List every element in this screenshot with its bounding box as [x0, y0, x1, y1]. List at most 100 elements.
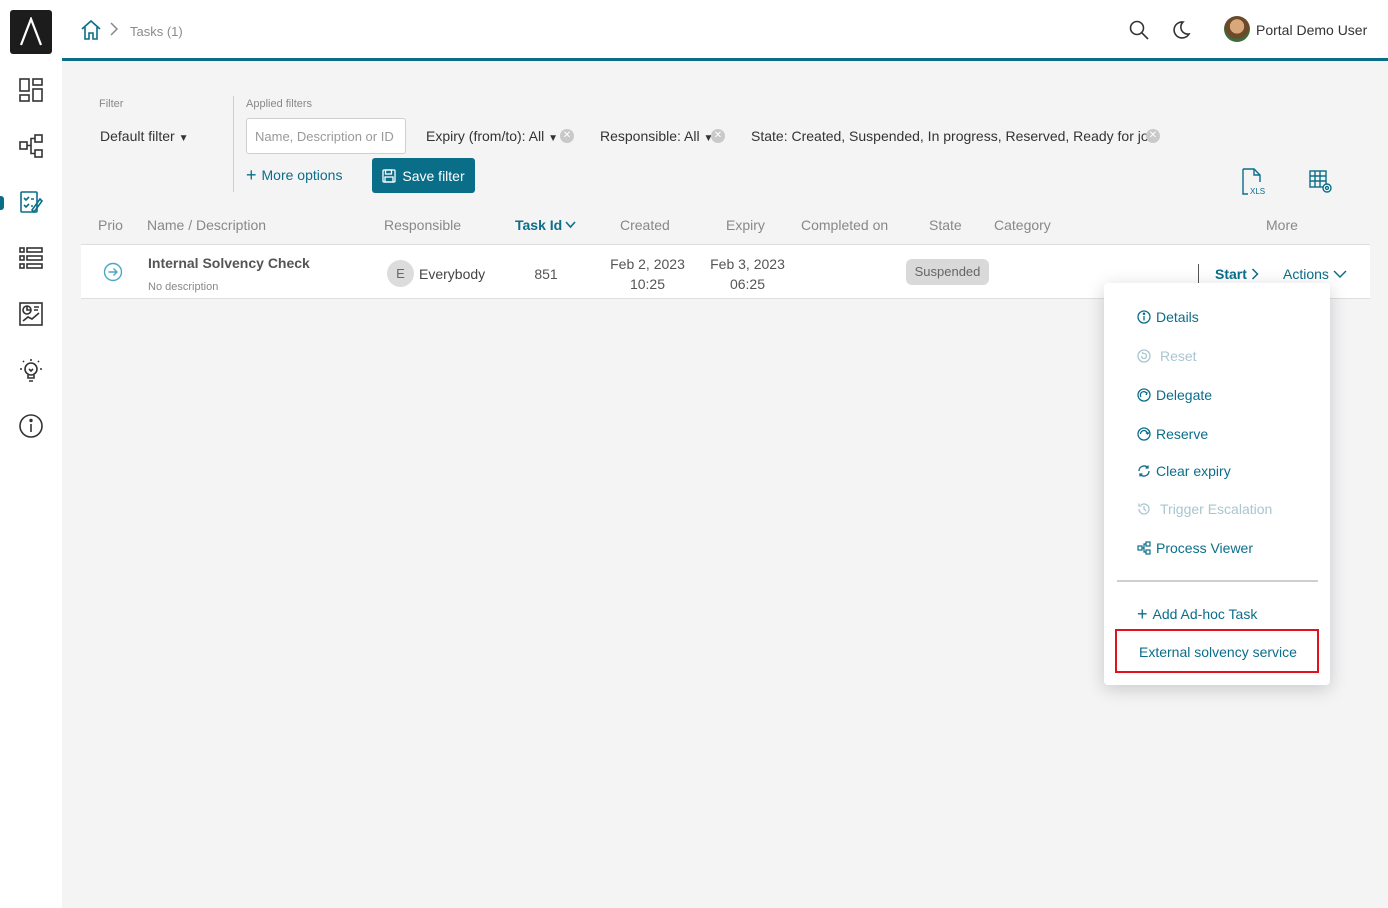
menu-item-delegate[interactable]: Delegate [1137, 387, 1212, 403]
menu-divider [1117, 580, 1318, 582]
process-viewer-label: Process Viewer [1156, 540, 1254, 556]
filter-value: Default filter [100, 128, 175, 144]
menu-item-external-solvency-service[interactable]: External solvency service [1115, 629, 1319, 673]
task-name[interactable]: Internal Solvency Check [148, 255, 310, 271]
menu-item-process-viewer[interactable]: Process Viewer [1137, 540, 1253, 556]
home-icon[interactable] [80, 19, 102, 46]
breadcrumb-chevron-icon [109, 22, 119, 41]
filter-divider [233, 96, 234, 192]
plus-icon: + [1137, 604, 1148, 624]
menu-item-trigger-escalation: Trigger Escalation [1137, 501, 1272, 517]
sidebar [0, 0, 62, 908]
list-icon[interactable] [16, 243, 46, 273]
clear-expiry-label: Clear expiry [1156, 463, 1231, 479]
info-icon[interactable] [16, 411, 46, 441]
menu-item-details[interactable]: Details [1137, 309, 1199, 325]
responsible-name: Everybody [419, 266, 486, 282]
reserve-icon [1137, 427, 1151, 441]
history-icon [1138, 503, 1150, 515]
header-divider [62, 58, 1388, 61]
delegate-label: Delegate [1156, 387, 1213, 403]
caret-down-icon: ▼ [548, 133, 559, 144]
status-badge: Suspended [906, 259, 989, 285]
actions-menu: Details Reset Delegate Reserve Clear exp… [1104, 283, 1330, 685]
caret-down-icon: ▼ [178, 133, 189, 144]
expiry-filter-chip[interactable]: Expiry (from/to): All ▼ [426, 128, 558, 144]
responsible-avatar: E [387, 260, 414, 287]
expiry-date: Feb 3, 2023 [710, 256, 785, 272]
remove-expiry-filter-icon[interactable]: ✕ [560, 129, 574, 143]
save-filter-label: Save filter [402, 167, 465, 184]
actions-divider [1198, 264, 1199, 284]
col-expiry[interactable]: Expiry [726, 217, 765, 233]
sort-down-icon [565, 221, 576, 229]
column-settings-icon[interactable] [1308, 169, 1334, 200]
process-icon[interactable] [16, 131, 46, 161]
start-button[interactable]: Start [1215, 266, 1259, 282]
dashboard-icon[interactable] [16, 75, 46, 105]
avatar[interactable] [1224, 16, 1250, 42]
remove-responsible-filter-icon[interactable]: ✕ [711, 129, 725, 143]
breadcrumb[interactable]: Tasks (1) [130, 24, 183, 39]
actions-button[interactable]: Actions [1283, 266, 1347, 282]
responsible-filter-chip[interactable]: Responsible: All ▼ [600, 128, 713, 144]
filter-label: Filter [99, 98, 124, 110]
more-options-label: More options [261, 167, 343, 183]
state-filter-label: State: Created, Suspended, In progress, … [751, 128, 1149, 144]
chevron-right-icon [1251, 268, 1259, 280]
menu-item-add-adhoc-task[interactable]: + Add Ad-hoc Task [1137, 604, 1258, 624]
col-task-id-label: Task Id [515, 217, 563, 233]
lightbulb-icon[interactable] [16, 355, 46, 385]
col-task-id[interactable]: Task Id [515, 217, 576, 233]
remove-state-filter-icon[interactable]: ✕ [1146, 129, 1160, 143]
responsible-filter-label: Responsible: All [600, 128, 700, 144]
filter-dropdown[interactable]: Default filter ▼ [100, 128, 189, 144]
reserve-label: Reserve [1156, 426, 1209, 442]
applied-filters-label: Applied filters [246, 98, 313, 110]
task-description: No description [148, 281, 219, 293]
priority-icon [103, 262, 123, 287]
start-label: Start [1215, 266, 1247, 282]
more-options-button[interactable]: + More options [246, 165, 343, 185]
save-icon [382, 168, 397, 183]
logo[interactable] [10, 10, 52, 54]
col-state[interactable]: State [929, 217, 962, 233]
save-filter-button[interactable]: Save filter [372, 158, 475, 193]
logo-icon [19, 17, 43, 46]
created-time: 10:25 [629, 276, 666, 292]
chevron-down-icon [1333, 269, 1347, 278]
trigger-escalation-label: Trigger Escalation [1160, 501, 1273, 517]
menu-item-reserve[interactable]: Reserve [1137, 426, 1208, 442]
tasks-icon[interactable] [16, 187, 46, 217]
user-name[interactable]: Portal Demo User [1256, 22, 1367, 38]
delegate-icon [1137, 388, 1151, 402]
expiry-filter-label: Expiry (from/to): All [426, 128, 545, 144]
refresh-icon [1138, 465, 1150, 477]
col-responsible[interactable]: Responsible [384, 217, 461, 233]
col-completed-on[interactable]: Completed on [801, 217, 888, 233]
col-name[interactable]: Name / Description [147, 217, 266, 233]
col-prio[interactable]: Prio [98, 217, 123, 233]
header: Tasks (1) Portal Demo User [62, 0, 1388, 58]
statistics-icon[interactable] [16, 299, 46, 329]
task-id: 851 [534, 266, 558, 282]
menu-item-reset: Reset [1137, 348, 1197, 364]
state-filter-chip[interactable]: State: Created, Suspended, In progress, … [751, 128, 1149, 144]
active-nav-indicator [0, 196, 4, 210]
external-solvency-label: External solvency service [1139, 644, 1297, 660]
col-created[interactable]: Created [620, 217, 670, 233]
reset-icon [1137, 349, 1151, 363]
col-more[interactable]: More [1266, 217, 1298, 233]
export-xls-icon[interactable]: XLS [1240, 168, 1266, 201]
plus-icon: + [246, 165, 257, 185]
svg-text:XLS: XLS [1250, 187, 1265, 196]
search-icon[interactable] [1129, 20, 1149, 45]
details-label: Details [1156, 309, 1199, 325]
dark-mode-icon[interactable] [1171, 20, 1191, 45]
process-viewer-icon [1137, 541, 1151, 555]
search-input[interactable] [246, 118, 406, 154]
add-adhoc-label: Add Ad-hoc Task [1152, 606, 1258, 622]
col-category[interactable]: Category [994, 217, 1051, 233]
menu-item-clear-expiry[interactable]: Clear expiry [1137, 463, 1231, 479]
reset-label: Reset [1160, 348, 1197, 364]
